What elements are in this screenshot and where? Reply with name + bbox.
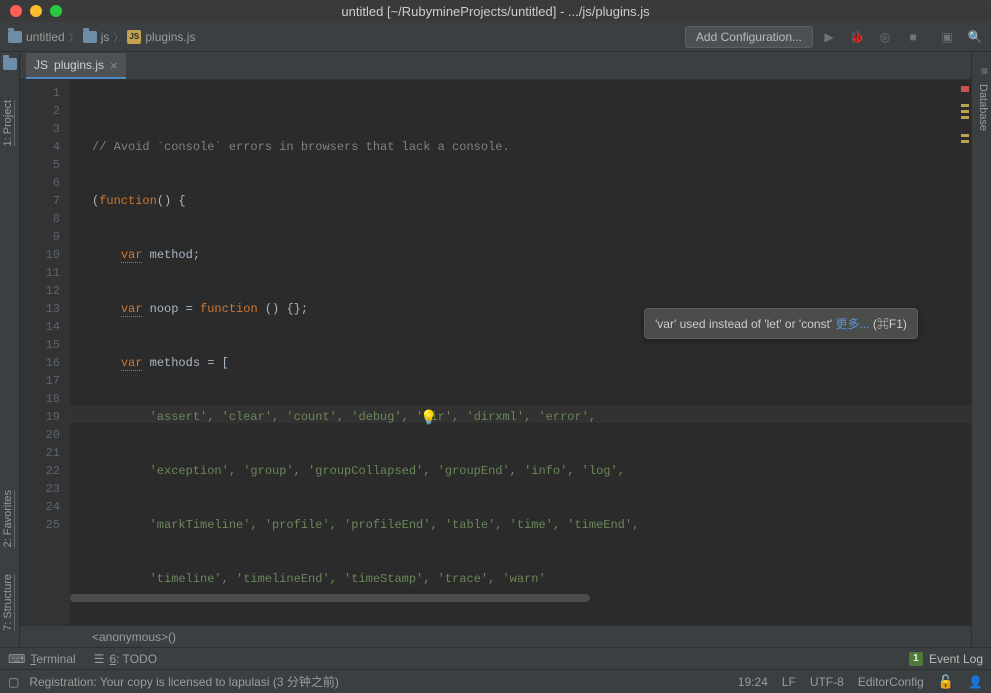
todo-tool-button[interactable]: ☰ 6: TODO [94, 652, 157, 666]
stop-icon[interactable]: ■ [905, 29, 921, 45]
status-bar: ▢ Registration: Your copy is licensed to… [0, 669, 991, 693]
database-tool-button[interactable]: Database [977, 84, 989, 131]
close-window-button[interactable] [10, 5, 22, 17]
chevron-right-icon: 〉 [113, 29, 123, 44]
event-log-button[interactable]: Event Log [929, 652, 983, 666]
editor-tabs: JS plugins.js × [20, 52, 971, 80]
search-everywhere-icon[interactable]: 🔍 [967, 29, 983, 45]
line-number[interactable]: 6 [20, 174, 60, 192]
line-number[interactable]: 14 [20, 318, 60, 336]
line-number[interactable]: 2 [20, 102, 60, 120]
line-number[interactable]: 9 [20, 228, 60, 246]
folder-icon [83, 31, 97, 43]
line-number[interactable]: 1 [20, 84, 60, 102]
breadcrumb-project[interactable]: untitled [26, 30, 65, 44]
add-configuration-button[interactable]: Add Configuration... [685, 26, 813, 48]
code-line: // Avoid `console` errors in browsers th… [92, 140, 510, 154]
tab-label: plugins.js [54, 58, 104, 72]
bottom-tool-stripe: ⌨ Terminal ☰ 6: TODO 1 Event Log [0, 647, 991, 669]
line-number[interactable]: 3 [20, 120, 60, 138]
line-separator[interactable]: LF [782, 675, 796, 689]
breadcrumb-file[interactable]: plugins.js [145, 30, 195, 44]
error-marker[interactable] [961, 86, 969, 92]
line-number[interactable]: 18 [20, 390, 60, 408]
terminal-tool-button[interactable]: ⌨ Terminal [8, 652, 76, 666]
chevron-right-icon: 〉 [69, 29, 79, 44]
run-icon[interactable]: ▶ [821, 29, 837, 45]
line-number[interactable]: 10 [20, 246, 60, 264]
editor: JS plugins.js × 123456789101112131415161… [20, 52, 971, 647]
close-tab-icon[interactable]: × [110, 58, 118, 73]
code-viewport[interactable]: 1234567891011121314151617181920212223242… [20, 80, 971, 625]
warning-marker[interactable] [961, 134, 969, 137]
status-message: Registration: Your copy is licensed to l… [29, 673, 338, 690]
main-area: 1: Project 2: Favorites 7: Structure JS … [0, 52, 991, 647]
line-number[interactable]: 23 [20, 480, 60, 498]
line-number[interactable]: 5 [20, 156, 60, 174]
scrollbar-thumb[interactable] [70, 594, 590, 602]
line-number[interactable]: 15 [20, 336, 60, 354]
tooltip-shortcut: (⌘F1) [870, 317, 907, 331]
gutter[interactable]: 1234567891011121314151617181920212223242… [20, 80, 70, 625]
file-encoding[interactable]: UTF-8 [810, 675, 844, 689]
database-tool-icon[interactable]: ≡ [981, 64, 988, 78]
line-number[interactable]: 24 [20, 498, 60, 516]
tooltip-more-link[interactable]: 更多... [836, 317, 870, 331]
line-number[interactable]: 22 [20, 462, 60, 480]
warning-marker[interactable] [961, 104, 969, 107]
code-content[interactable]: // Avoid `console` errors in browsers th… [70, 80, 971, 625]
maximize-window-button[interactable] [50, 5, 62, 17]
editorconfig-indicator[interactable]: EditorConfig [858, 675, 924, 689]
folder-icon [8, 31, 22, 43]
run-with-coverage-icon[interactable]: ◎ [877, 29, 893, 45]
todo-icon: ☰ [94, 652, 105, 666]
tool-windows-icon[interactable]: ▢ [8, 675, 19, 689]
line-number[interactable]: 4 [20, 138, 60, 156]
debug-icon[interactable]: 🐞 [849, 29, 865, 45]
warning-marker[interactable] [961, 116, 969, 119]
warning-marker[interactable] [961, 110, 969, 113]
line-number[interactable]: 17 [20, 372, 60, 390]
titlebar: untitled [~/RubymineProjects/untitled] -… [0, 0, 991, 22]
intention-bulb-icon[interactable]: 💡 [420, 409, 437, 426]
line-number[interactable]: 21 [20, 444, 60, 462]
breadcrumb[interactable]: untitled 〉 js 〉 JS plugins.js [8, 29, 685, 44]
lock-icon[interactable]: 🔓 [938, 674, 954, 690]
tab-plugins-js[interactable]: JS plugins.js × [26, 53, 126, 79]
error-stripe[interactable] [959, 80, 969, 625]
layout-icon[interactable]: ▣ [939, 29, 955, 45]
window-title: untitled [~/RubymineProjects/untitled] -… [0, 4, 991, 19]
breadcrumb-scope[interactable]: <anonymous>() [92, 630, 176, 644]
event-count-badge[interactable]: 1 [909, 652, 923, 666]
line-number[interactable]: 19 [20, 408, 60, 426]
breadcrumb-folder[interactable]: js [101, 30, 110, 44]
favorites-tool-button[interactable]: 2: Favorites [2, 490, 14, 547]
minimize-window-button[interactable] [30, 5, 42, 17]
memory-icon[interactable]: 👤 [968, 675, 983, 689]
project-tool-icon[interactable] [3, 58, 17, 70]
line-number[interactable]: 25 [20, 516, 60, 534]
line-number[interactable]: 16 [20, 354, 60, 372]
line-number[interactable]: 7 [20, 192, 60, 210]
line-number[interactable]: 12 [20, 282, 60, 300]
js-file-icon: JS [127, 30, 141, 44]
project-tool-button[interactable]: 1: Project [2, 100, 14, 146]
line-number[interactable]: 13 [20, 300, 60, 318]
tooltip-message: 'var' used instead of 'let' or 'const' [655, 317, 836, 331]
navigation-bar: untitled 〉 js 〉 JS plugins.js Add Config… [0, 22, 991, 52]
line-number[interactable]: 20 [20, 426, 60, 444]
terminal-icon: ⌨ [8, 652, 25, 666]
line-number[interactable]: 11 [20, 264, 60, 282]
js-file-icon: JS [34, 58, 48, 72]
line-number[interactable]: 8 [20, 210, 60, 228]
caret-position[interactable]: 19:24 [738, 675, 768, 689]
right-tool-stripe: ≡ Database [971, 52, 991, 647]
horizontal-scrollbar[interactable] [70, 593, 961, 603]
inspection-tooltip[interactable]: 'var' used instead of 'let' or 'const' 更… [644, 308, 918, 339]
structure-tool-button[interactable]: 7: Structure [2, 574, 14, 631]
breadcrumbs-bar[interactable]: <anonymous>() [20, 625, 971, 647]
